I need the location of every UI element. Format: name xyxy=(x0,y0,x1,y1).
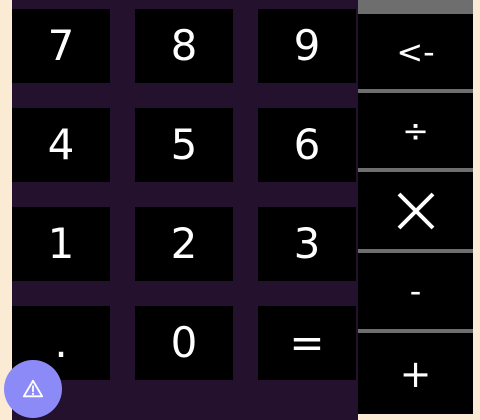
operator-top-bar xyxy=(358,0,473,14)
key-9[interactable]: 9 xyxy=(258,9,356,83)
key-6[interactable]: 6 xyxy=(258,108,356,182)
key-4[interactable]: 4 xyxy=(12,108,110,182)
multiply-button[interactable] xyxy=(358,172,473,249)
operator-column: <- ÷ - + xyxy=(358,0,473,414)
key-8[interactable]: 8 xyxy=(135,9,233,83)
key-1[interactable]: 1 xyxy=(12,207,110,281)
number-keypad: 7 8 9 4 5 6 1 2 3 . 0 = xyxy=(12,0,358,420)
key-5[interactable]: 5 xyxy=(135,108,233,182)
minus-button[interactable]: - xyxy=(358,253,473,329)
divide-button[interactable]: ÷ xyxy=(358,93,473,168)
plus-button[interactable]: + xyxy=(358,333,473,414)
warning-icon xyxy=(22,379,44,398)
right-margin xyxy=(473,0,480,420)
key-3[interactable]: 3 xyxy=(258,207,356,281)
backspace-button[interactable]: <- xyxy=(358,14,473,89)
key-2[interactable]: 2 xyxy=(135,207,233,281)
warning-fab-button[interactable] xyxy=(4,360,62,418)
key-0[interactable]: 0 xyxy=(135,306,233,380)
key-equals[interactable]: = xyxy=(258,306,356,380)
key-7[interactable]: 7 xyxy=(12,9,110,83)
multiply-icon xyxy=(397,192,434,229)
